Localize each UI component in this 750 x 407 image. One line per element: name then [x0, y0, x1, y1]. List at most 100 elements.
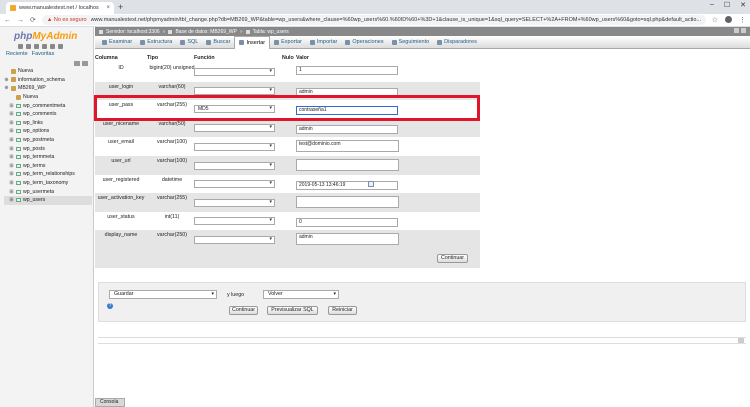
function-select[interactable]	[194, 68, 275, 76]
home-icon[interactable]	[18, 44, 23, 49]
help-icon[interactable]	[34, 44, 39, 49]
tree-item-wp-comments[interactable]: ⊞ wp_comments	[4, 110, 92, 119]
tree-item-wp-terms[interactable]: ⊞ wp_terms	[4, 162, 92, 171]
nav-tab-recent[interactable]: Reciente	[6, 51, 28, 57]
tree-item-wp-commentmeta[interactable]: ⊞ wp_commentmeta	[4, 101, 92, 110]
expand-toggle-icon[interactable]: ⊞	[9, 171, 14, 177]
value-input[interactable]: 2019-05-13 13:46:19	[296, 180, 398, 190]
value-textarea[interactable]: test@dominio.com	[296, 140, 399, 153]
tab-importar[interactable]: Importar	[306, 36, 341, 49]
expand-toggle-icon[interactable]: ⊕	[4, 85, 9, 91]
expand-toggle-icon[interactable]: ⊞	[9, 163, 14, 169]
expand-toggle-icon[interactable]: ⊞	[9, 197, 14, 203]
action-continue-button[interactable]: Continuar	[229, 306, 258, 315]
expand-toggle-icon[interactable]: ⊞	[9, 103, 14, 109]
tab-exportar[interactable]: Exportar	[270, 36, 306, 49]
new-tab-button[interactable]: +	[118, 2, 123, 12]
expand-toggle-icon[interactable]: ⊞	[9, 111, 14, 117]
seguimiento-icon	[391, 39, 397, 45]
tab-sql[interactable]: SQL	[176, 36, 202, 49]
tree-item-wp-options[interactable]: ⊞ wp_options	[4, 127, 92, 136]
save-action-select[interactable]: Guardar	[109, 290, 217, 299]
tab-examinar[interactable]: Examinar	[98, 36, 136, 49]
expand-toggle-icon[interactable]: ⊞	[9, 180, 14, 186]
value-input[interactable]: admin	[296, 124, 398, 134]
minimize-button[interactable]: –	[710, 1, 714, 9]
tree-item-information-schema[interactable]: ⊕ information_schema	[4, 76, 92, 85]
expand-toggle-icon[interactable]: ⊞	[9, 137, 14, 143]
tab-buscar[interactable]: Buscar	[202, 36, 234, 49]
tree-item-wp-term-taxonomy[interactable]: ⊞ wp_term_taxonomy	[4, 179, 92, 188]
value-textarea[interactable]: admin	[296, 233, 399, 246]
function-select[interactable]	[194, 143, 275, 152]
function-select[interactable]	[194, 199, 275, 208]
tree-item-wp-term-relationships[interactable]: ⊞ wp_term_relationships	[4, 170, 92, 179]
tab-seguimiento[interactable]: Seguimiento	[388, 36, 434, 49]
tree-item-nueva[interactable]: Nueva	[4, 67, 92, 76]
server-icon	[99, 29, 103, 34]
function-select[interactable]	[194, 236, 275, 245]
help-circle-icon[interactable]: ?	[107, 303, 113, 309]
expand-icon[interactable]	[738, 338, 744, 343]
collapse-all-icon[interactable]	[74, 61, 80, 66]
back-icon[interactable]: ←	[4, 17, 11, 24]
reload-nav-icon[interactable]	[58, 44, 63, 49]
expand-toggle-icon[interactable]: ⊕	[4, 77, 9, 83]
function-select[interactable]	[194, 179, 275, 188]
tab-insertar[interactable]: Insertar	[234, 35, 271, 49]
profile-avatar-icon[interactable]	[725, 16, 732, 23]
tree-item-wp-termmeta[interactable]: ⊞ wp_termmeta	[4, 153, 92, 162]
after-action-select[interactable]: Volver	[263, 290, 339, 299]
nav-tab-favorites[interactable]: Favoritas	[32, 51, 55, 57]
console-toggle[interactable]: Consola	[95, 398, 125, 407]
continue-button[interactable]: Continuar	[437, 254, 468, 263]
reset-button[interactable]: Reiniciar	[328, 306, 357, 315]
expand-toggle-icon[interactable]: ⊞	[9, 189, 14, 195]
tree-item-wp-users[interactable]: ⊞ wp_users	[4, 195, 92, 205]
expand-toggle-icon[interactable]: ⊞	[9, 120, 14, 126]
tree-item-wp-postmeta[interactable]: ⊞ wp_postmeta	[4, 136, 92, 145]
table-icon	[16, 155, 21, 160]
phpmyadmin-logo[interactable]: phpMyAdmin	[14, 31, 77, 42]
tab-estructura[interactable]: Estructura	[136, 36, 176, 49]
settings-small-icon[interactable]	[734, 28, 739, 33]
function-select[interactable]	[194, 123, 275, 132]
browser-tab[interactable]: www.manualestest.net / localhos ×	[6, 2, 114, 14]
forward-icon[interactable]: →	[17, 17, 24, 24]
tree-item-mb269-wp[interactable]: ⊕ MB269_WP	[4, 84, 92, 93]
expand-toggle-icon[interactable]: ⊞	[9, 146, 14, 152]
function-select[interactable]	[194, 216, 275, 225]
value-textarea[interactable]	[296, 196, 399, 209]
close-tab-icon[interactable]: ×	[106, 5, 110, 11]
menu-dots-icon[interactable]: ⋮	[739, 16, 746, 24]
link-icon[interactable]	[82, 61, 88, 66]
breadcrumb-server[interactable]: Servidor: localhost:3306	[106, 29, 160, 35]
star-icon[interactable]: ☆	[712, 16, 718, 24]
calendar-icon[interactable]	[368, 180, 374, 187]
docs-icon[interactable]	[42, 44, 47, 49]
breadcrumb-database[interactable]: Base de datos: MB269_WP	[175, 29, 236, 35]
tree-item-nueva[interactable]: Nueva	[4, 93, 92, 102]
function-select[interactable]	[194, 162, 275, 170]
security-warning[interactable]: ▲ No es seguro	[47, 17, 87, 23]
close-window-button[interactable]: ✕	[740, 1, 746, 9]
preview-sql-button[interactable]: Previsualizar SQL	[267, 306, 318, 315]
expand-toggle-icon[interactable]: ⊞	[9, 154, 14, 160]
collapse-icon[interactable]	[741, 28, 746, 33]
settings-icon[interactable]	[50, 44, 55, 49]
address-bar[interactable]: ▲ No es seguro www.manualestest.net/phpm…	[41, 15, 706, 25]
function-select[interactable]	[194, 86, 275, 95]
maximize-button[interactable]: ☐	[724, 1, 730, 9]
tree-item-wp-posts[interactable]: ⊞ wp_posts	[4, 144, 92, 153]
logout-icon[interactable]	[26, 44, 31, 49]
expand-toggle-icon[interactable]: ⊞	[9, 128, 14, 134]
tree-item-wp-usermeta[interactable]: ⊞ wp_usermeta	[4, 187, 92, 196]
reload-icon[interactable]: ⟳	[30, 16, 36, 24]
tab-operaciones[interactable]: Operaciones	[341, 36, 387, 49]
value-input[interactable]: 1	[296, 66, 398, 75]
tree-item-wp-links[interactable]: ⊞ wp_links	[4, 119, 92, 128]
value-textarea[interactable]	[296, 159, 399, 171]
breadcrumb-table[interactable]: Tabla: wp_users	[253, 29, 289, 35]
value-input[interactable]: 0	[296, 217, 398, 227]
tab-disparadores[interactable]: Disparadores	[433, 36, 481, 49]
